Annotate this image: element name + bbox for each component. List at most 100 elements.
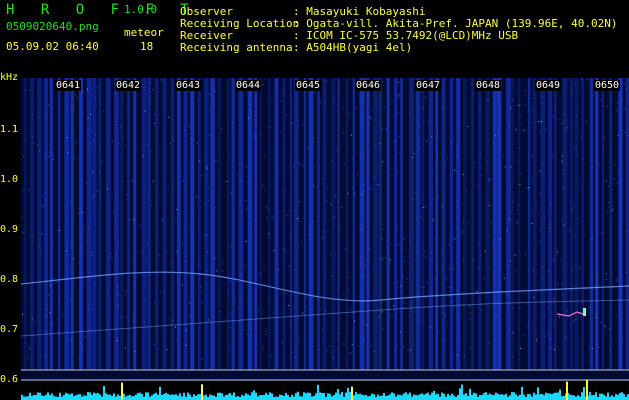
noise-speck — [247, 117, 249, 119]
noise-speck — [86, 241, 88, 242]
noise-speck — [418, 146, 420, 148]
noise-speck — [264, 189, 266, 191]
noise-speck — [111, 257, 113, 259]
noise-speck — [595, 285, 597, 287]
noise-streak — [554, 78, 557, 370]
noise-speck — [346, 242, 348, 244]
noise-speck — [407, 278, 409, 280]
level-meter-bar — [511, 392, 513, 400]
noise-streak — [518, 78, 521, 370]
noise-streak — [511, 78, 514, 370]
level-meter-bar — [221, 393, 223, 400]
noise-speck — [285, 114, 287, 116]
noise-streak — [70, 78, 74, 370]
level-meter-bar — [113, 393, 115, 400]
noise-speck — [423, 286, 425, 288]
noise-speck — [597, 275, 598, 277]
noise-speck — [269, 126, 271, 128]
noise-streak — [79, 78, 83, 370]
noise-speck — [605, 278, 607, 280]
y-tick-label: 0.8 — [0, 274, 19, 285]
noise-speck — [259, 133, 261, 135]
noise-speck — [426, 282, 428, 284]
noise-streak — [86, 78, 92, 370]
noise-speck — [311, 221, 313, 223]
noise-speck — [48, 151, 50, 153]
level-meter-bar — [427, 392, 429, 400]
level-meter-bar — [301, 396, 303, 400]
noise-speck — [626, 230, 628, 232]
noise-speck — [170, 262, 172, 264]
noise-speck — [574, 235, 576, 237]
level-meter-bar — [333, 395, 335, 400]
level-meter-bar — [83, 395, 85, 400]
level-meter-peak — [566, 381, 568, 400]
datetime: 05.09.02 06:40 — [6, 40, 99, 53]
level-meter-bar — [463, 394, 465, 400]
noise-speck — [545, 128, 547, 130]
y-tick-label: 0.7 — [0, 324, 19, 335]
level-meter-bar — [165, 392, 167, 400]
level-meter-bar — [611, 395, 613, 400]
level-meter-bar — [91, 394, 93, 400]
noise-speck — [578, 93, 580, 95]
noise-streak — [421, 78, 425, 370]
noise-speck — [359, 101, 361, 102]
level-meter-bar — [89, 392, 91, 400]
level-meter-bar — [405, 392, 407, 400]
noise-speck — [391, 101, 393, 102]
noise-speck — [206, 166, 208, 168]
noise-speck — [450, 142, 452, 144]
level-meter-bar — [499, 394, 501, 400]
noise-speck — [537, 285, 539, 287]
noise-speck — [489, 236, 491, 238]
noise-speck — [265, 334, 267, 336]
noise-speck — [231, 121, 233, 123]
info-value-antenna: : A504HB(yagi 4el) — [293, 41, 413, 54]
noise-streak — [218, 78, 221, 370]
noise-streak — [415, 78, 421, 370]
level-meter-bar — [123, 393, 125, 400]
noise-speck — [200, 287, 202, 288]
noise-speck — [144, 110, 146, 112]
level-meter-bar — [485, 392, 487, 400]
noise-speck — [588, 346, 590, 348]
level-meter-bar — [379, 396, 381, 400]
noise-speck — [329, 345, 331, 347]
noise-speck — [532, 109, 534, 111]
noise-speck — [214, 210, 215, 212]
noise-speck — [425, 256, 427, 258]
noise-speck — [454, 238, 456, 240]
noise-speck — [97, 87, 99, 89]
noise-speck — [122, 98, 124, 99]
noise-speck — [516, 92, 518, 94]
noise-speck — [515, 129, 517, 131]
noise-speck — [557, 283, 559, 285]
noise-speck — [512, 201, 514, 203]
noise-speck — [208, 93, 210, 95]
noise-speck — [237, 306, 239, 308]
noise-speck — [575, 319, 577, 320]
noise-speck — [198, 100, 199, 102]
noise-speck — [146, 93, 147, 95]
noise-streak — [441, 78, 446, 370]
noise-speck — [96, 191, 98, 192]
level-meter-bar — [59, 392, 61, 400]
level-meter-bar — [109, 394, 111, 400]
noise-speck — [337, 332, 339, 334]
app-version: 1.0.0 — [124, 3, 158, 16]
noise-speck — [48, 104, 49, 106]
noise-speck — [291, 351, 292, 353]
noise-streak — [197, 78, 201, 370]
noise-streak — [435, 78, 439, 370]
level-meter-bar — [527, 393, 529, 400]
noise-speck — [382, 161, 384, 163]
noise-speck — [294, 357, 295, 358]
noise-speck — [416, 250, 418, 252]
time-tick-label: 0644 — [235, 80, 262, 91]
noise-speck — [590, 264, 592, 266]
noise-speck — [539, 193, 541, 194]
level-meter-bar — [519, 394, 521, 400]
noise-speck — [466, 191, 468, 193]
noise-speck — [519, 115, 521, 116]
